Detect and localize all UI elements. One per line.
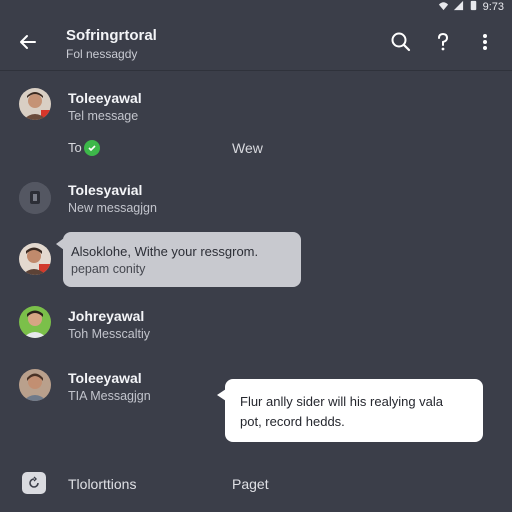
mic-icon bbox=[19, 182, 51, 214]
bubble-text: Flur anlly sider will his realying vala bbox=[240, 394, 444, 409]
search-button[interactable] bbox=[387, 28, 415, 56]
back-button[interactable] bbox=[14, 28, 42, 56]
refresh-icon bbox=[29, 476, 39, 488]
message-preview: TIA Messagjgn bbox=[68, 389, 151, 403]
app-bar: Sofringrtoral Fol nessagdy bbox=[0, 14, 512, 71]
list-item[interactable]: Johreyawal Toh Messcaltiy bbox=[0, 304, 512, 344]
battery-icon bbox=[468, 0, 479, 14]
avatar bbox=[19, 369, 51, 401]
contact-name: Toleeyawal bbox=[68, 370, 142, 386]
help-icon bbox=[438, 32, 449, 51]
avatar bbox=[19, 306, 51, 338]
message-bubble[interactable]: Flur anlly sider will his realying vala … bbox=[217, 379, 483, 442]
more-vert-icon bbox=[483, 34, 487, 50]
help-button[interactable] bbox=[429, 28, 457, 56]
status-bar: 9:73 bbox=[438, 0, 504, 14]
bubble-text: pepam conity bbox=[71, 262, 146, 276]
message-preview: Tel message bbox=[68, 109, 139, 123]
refresh-button[interactable] bbox=[22, 472, 46, 494]
signal-icon bbox=[453, 0, 464, 14]
bottom-nav-label[interactable]: Paget bbox=[232, 476, 269, 492]
message-bubble[interactable]: Alsoklohe, Withe your ressgrom. pepam co… bbox=[56, 232, 301, 287]
bottom-nav-label[interactable]: Tlolorttions bbox=[68, 476, 136, 492]
wifi-icon bbox=[438, 0, 449, 14]
contact-name: Johreyawal bbox=[68, 308, 145, 324]
list-item[interactable]: Tolesyavial New messagjgn bbox=[0, 180, 512, 220]
avatar bbox=[19, 243, 51, 275]
back-arrow-icon bbox=[20, 35, 36, 49]
status-time: 9:73 bbox=[482, 1, 504, 13]
inline-right-label[interactable]: Wew bbox=[232, 140, 263, 156]
list-item[interactable]: Toleeyawal Tel message bbox=[0, 86, 512, 126]
bubble-text: pot, record hedds. bbox=[240, 414, 345, 429]
page-title: Sofringrtoral bbox=[66, 27, 157, 44]
check-icon bbox=[84, 140, 100, 156]
contact-name: Toleeyawal bbox=[68, 90, 142, 106]
avatar bbox=[19, 182, 51, 214]
bubble-text: Alsoklohe, Withe your ressgrom. bbox=[71, 244, 259, 259]
inline-left-label: To bbox=[68, 140, 82, 155]
search-icon bbox=[391, 32, 411, 52]
inline-row: To Wew bbox=[0, 138, 512, 158]
more-options-button[interactable] bbox=[471, 28, 499, 56]
message-preview: Toh Messcaltiy bbox=[68, 327, 150, 341]
avatar bbox=[19, 88, 51, 120]
message-preview: New messagjgn bbox=[68, 201, 157, 215]
page-subtitle: Fol nessagdy bbox=[66, 47, 138, 61]
contact-name: Tolesyavial bbox=[68, 182, 143, 198]
